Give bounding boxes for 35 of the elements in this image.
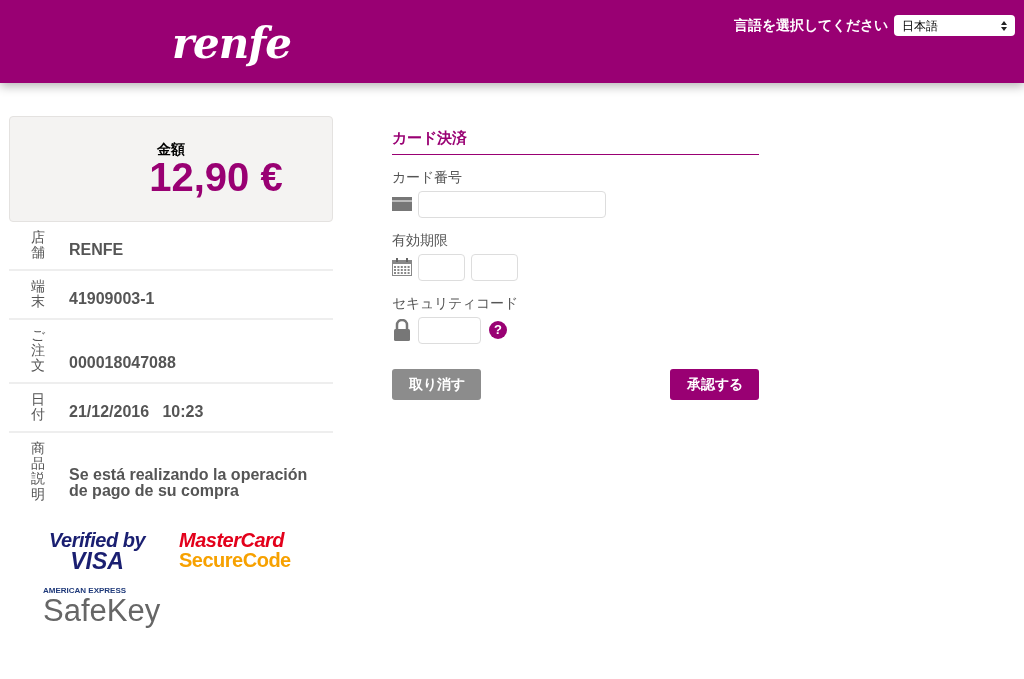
form-title: カード決済 [392,127,759,155]
month-field[interactable] [418,253,465,281]
security-code-field[interactable] [418,316,481,344]
detail-label: 端末 [31,278,45,310]
credit-card-icon [392,197,412,211]
card-number-field[interactable] [418,190,606,218]
updown-caret-icon [1001,20,1007,31]
amount-value: 12,90 € [149,157,283,197]
field-label: 有効期限 [392,230,449,250]
detail-value: 000018047088 [69,354,177,373]
visa-logo-text: VISA [70,550,124,574]
language-select[interactable]: 日本語 [894,15,1015,36]
detail-label: 店舗 [31,230,45,261]
help-icon[interactable]: ? [489,321,507,339]
detail-value: RENFE [69,241,125,260]
mastercard-logo-text: MasterCard [179,530,286,551]
detail-label: ご注文 [31,327,45,374]
amex-logo-text: AMERICAN EXPRESS [43,587,128,596]
lock-icon [393,319,411,341]
year-field[interactable] [471,253,518,281]
amex-logo-text: SafeKey [43,595,162,627]
language-label: 言語を選択してください [734,16,888,35]
detail-value: 21/12/2016 10:23 [69,403,205,422]
field-label: セキュリティコード [392,293,519,313]
detail-label: 商品説明 [31,440,45,503]
field-label: カード番号 [392,167,463,187]
calendar-icon [392,258,412,276]
confirm-button[interactable]: 承認する [670,368,759,400]
mastercard-logo-text: SecureCode [179,550,291,571]
amount-label: 金額 [157,141,185,157]
detail-value: Se está realizando la operación de pago de su compra [69,467,309,502]
visa-logo-text: Verified by [49,530,145,551]
logo: renfe [172,18,291,70]
detail-value: 41909003-1 [69,290,156,309]
detail-label: 日付 [31,391,45,423]
